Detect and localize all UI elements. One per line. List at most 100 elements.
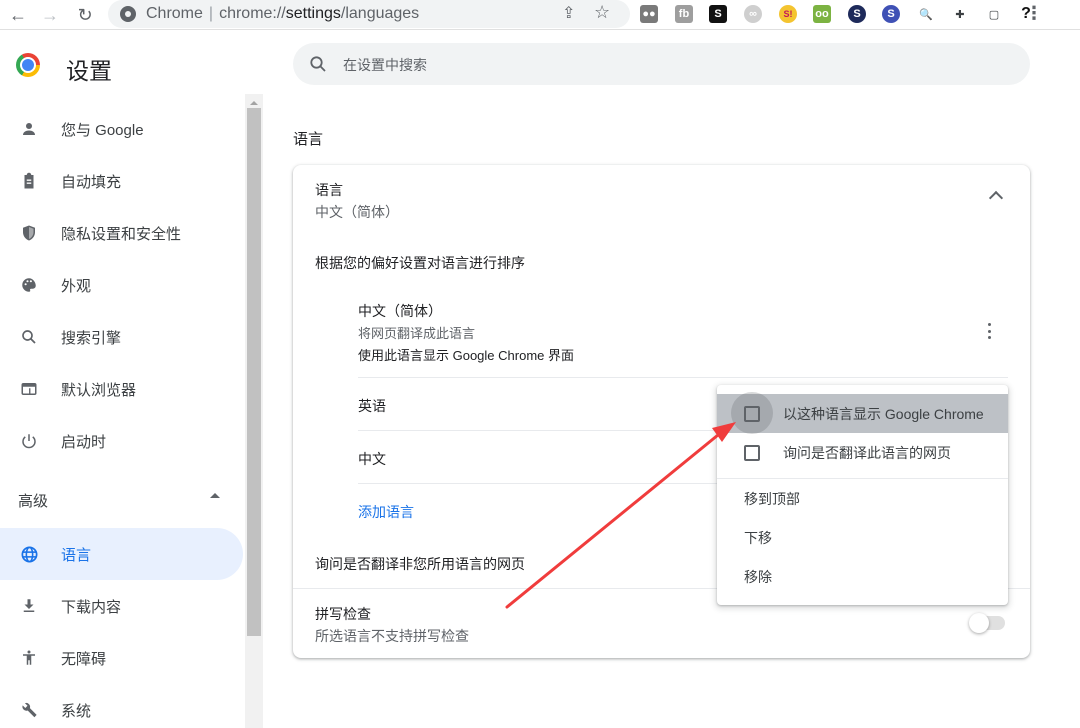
wrench-icon <box>19 701 39 720</box>
globe-icon <box>19 545 39 564</box>
person-icon <box>19 120 39 138</box>
language-item-name: 英语 <box>358 398 386 414</box>
sidebar-item-label: 外观 <box>61 277 92 295</box>
offer-translate-label[interactable]: 询问是否翻译非您所用语言的网页 <box>315 554 525 574</box>
sidebar-item-label: 自动填充 <box>61 173 122 191</box>
reload-icon: ↻ <box>77 4 93 25</box>
sidebar-item-accessibility[interactable]: 无障碍 <box>0 632 243 684</box>
url-prefix: chrome:// <box>219 5 286 22</box>
glasses-ext-icon[interactable]: oo <box>813 5 831 23</box>
toggle-knob <box>969 613 989 633</box>
sidebar-item-label: 下载内容 <box>61 598 122 616</box>
spellcheck-toggle[interactable] <box>969 613 1005 633</box>
menu-item-label: 以这种语言显示 Google Chrome <box>783 405 984 422</box>
sidebar-item-label: 无障碍 <box>61 650 107 668</box>
url-host: settings <box>285 5 341 22</box>
sidebar-item-label: 默认浏览器 <box>61 381 137 399</box>
simplenote-blue-icon[interactable]: S <box>882 5 900 23</box>
search-ext-icon[interactable]: 🔍 <box>917 5 935 23</box>
language-item-translate-note: 将网页翻译成此语言 <box>358 326 476 341</box>
menu-item-label: 移到顶部 <box>744 490 800 507</box>
sidebar-advanced-toggle[interactable]: 高级 <box>18 490 48 511</box>
settings-search[interactable]: 在设置中搜索 <box>293 43 1030 85</box>
tampermonkey-icon[interactable]: ●● <box>640 5 658 23</box>
add-language-link[interactable]: 添加语言 <box>358 502 414 522</box>
reload-button[interactable]: ↻ <box>73 3 97 27</box>
spellcheck-subtitle: 所选语言不支持拼写检查 <box>315 628 469 644</box>
language-item-name: 中文（简体） <box>358 303 442 319</box>
menu-item-offer-translate[interactable]: 询问是否翻译此语言的网页 <box>717 433 1008 472</box>
language-item-name: 中文 <box>358 451 386 467</box>
sidebar-item-label: 系统 <box>61 702 92 720</box>
menu-item-move-down[interactable]: 下移 <box>717 518 1008 557</box>
browser-menu-icon[interactable]: ⋮ <box>1024 3 1044 24</box>
clipboard-icon <box>19 172 39 190</box>
s-ext-icon[interactable]: S <box>709 5 727 23</box>
divider <box>358 377 1008 378</box>
card-header-title: 语言 <box>315 182 343 198</box>
sidebar-item-label: 启动时 <box>61 433 107 451</box>
chevron-up-icon[interactable] <box>988 190 1004 206</box>
menu-item-remove[interactable]: 移除 <box>717 557 1008 596</box>
search-input[interactable]: 在设置中搜索 <box>343 55 427 75</box>
menu-item-label: 询问是否翻译此语言的网页 <box>783 444 951 461</box>
sf-ext-icon[interactable]: S! <box>779 5 797 23</box>
palette-icon <box>19 276 39 294</box>
fb-ext-icon[interactable]: fb <box>675 5 693 23</box>
search-icon <box>19 328 39 346</box>
menu-item-label: 移除 <box>744 568 772 585</box>
address-text[interactable]: Chrome | chrome://settings/languages <box>146 5 419 23</box>
link-ext-icon[interactable]: ∞ <box>744 5 762 23</box>
sidebar-item-label: 隐私设置和安全性 <box>61 225 182 243</box>
shield-icon <box>19 224 39 242</box>
checkbox-icon[interactable] <box>744 405 760 422</box>
share-icon[interactable]: ⇪ <box>562 3 575 23</box>
sidebar-item-languages[interactable]: 语言 <box>0 528 243 580</box>
search-icon <box>310 56 326 72</box>
address-separator: | <box>208 5 214 22</box>
menu-item-label: 下移 <box>744 529 772 546</box>
download-icon <box>19 597 39 615</box>
address-bar[interactable]: Chrome | chrome://settings/languages ⇪ ☆ <box>108 0 630 28</box>
sidebar-item-downloads[interactable]: 下载内容 <box>0 580 243 632</box>
sidebar-item-on-startup[interactable]: 启动时 <box>0 415 243 467</box>
accessibility-icon <box>19 649 39 667</box>
sidebar-item-label: 语言 <box>61 546 92 564</box>
language-item-ui-note: 使用此语言显示 Google Chrome 界面 <box>358 348 574 363</box>
language-context-menu: 以这种语言显示 Google Chrome 询问是否翻译此语言的网页 移到顶部 … <box>717 385 1008 605</box>
back-button[interactable]: ← <box>6 3 30 27</box>
sidebar-item-you-and-google[interactable]: 您与 Google <box>0 103 243 155</box>
sidebar-item-appearance[interactable]: 外观 <box>0 259 243 311</box>
collapse-arrow-icon[interactable] <box>210 493 220 498</box>
simplenote-orange-icon[interactable]: S <box>848 5 866 23</box>
sidebar-item-privacy[interactable]: 隐私设置和安全性 <box>0 207 243 259</box>
chrome-site-icon <box>120 6 136 22</box>
back-arrow-icon: ← <box>9 4 27 25</box>
site-label: Chrome <box>146 5 203 22</box>
power-icon <box>19 432 39 450</box>
sidepanel-ext-icon[interactable]: ▢ <box>985 5 1003 23</box>
menu-item-display-chrome-in-language[interactable]: 以这种语言显示 Google Chrome <box>717 392 1008 434</box>
sidebar-item-search-engine[interactable]: 搜索引擎 <box>0 311 243 363</box>
spellcheck-title: 拼写检查 <box>315 606 371 622</box>
card-header-value: 中文（简体） <box>315 204 399 220</box>
section-title: 语言 <box>293 131 324 148</box>
checkbox-icon[interactable] <box>744 444 760 461</box>
more-actions-icon[interactable] <box>983 321 995 341</box>
settings-title: 设置 <box>66 58 112 84</box>
scrollbar-thumb[interactable] <box>247 108 261 636</box>
forward-arrow-icon: → <box>41 4 59 25</box>
forward-button[interactable]: → <box>38 3 62 27</box>
sidebar-item-label: 您与 Google <box>61 121 144 139</box>
sidebar-item-label: 搜索引擎 <box>61 329 122 347</box>
browser-toolbar: ← → ↻ Chrome | chrome://settings/languages… <box>0 0 1080 30</box>
menu-item-move-to-top[interactable]: 移到顶部 <box>717 479 1008 518</box>
sidebar-item-autofill[interactable]: 自动填充 <box>0 155 243 207</box>
sidebar-item-system[interactable]: 系统 <box>0 684 243 728</box>
bookmark-star-icon[interactable]: ☆ <box>594 2 610 23</box>
puzzle-ext-icon[interactable]: ✚ <box>951 5 969 23</box>
sidebar-item-default-browser[interactable]: 默认浏览器 <box>0 363 243 415</box>
language-order-label: 根据您的偏好设置对语言进行排序 <box>315 255 525 271</box>
scroll-up-arrow-icon[interactable] <box>250 101 258 105</box>
browser-icon <box>19 380 39 398</box>
